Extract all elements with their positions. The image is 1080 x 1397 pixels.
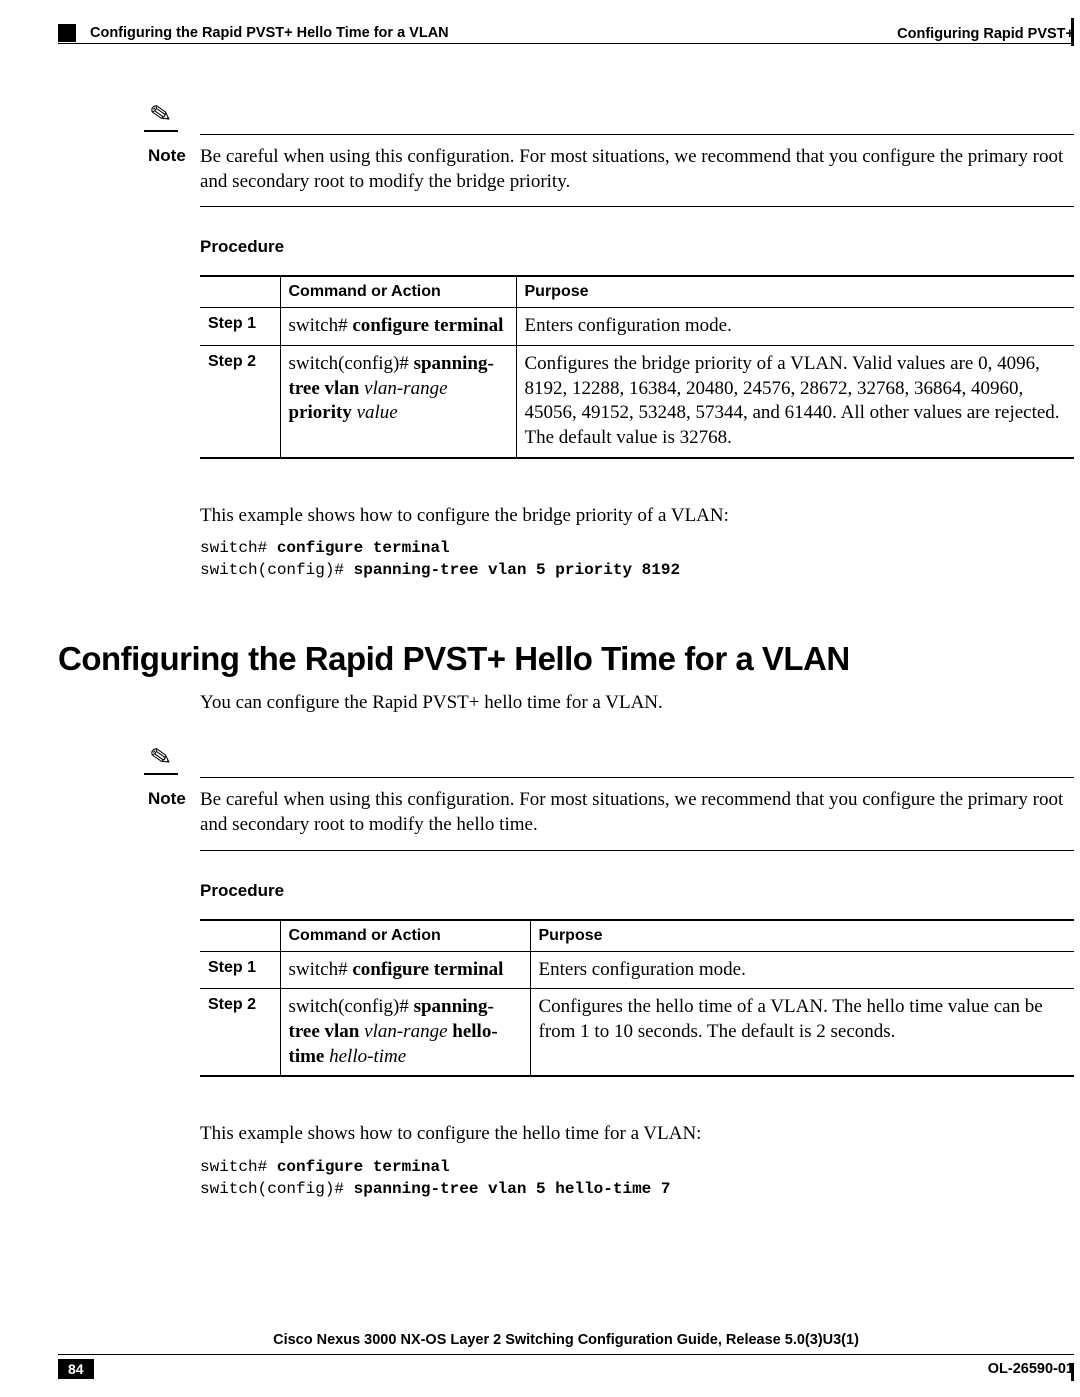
code-bold: spanning-tree vlan 5 priority 8192 (354, 561, 680, 579)
code-bold: spanning-tree vlan 5 hello-time 7 (354, 1180, 671, 1198)
command-cell: switch# configure terminal (280, 951, 530, 989)
example-intro: This example shows how to configure the … (200, 503, 1074, 529)
col-step (200, 276, 280, 308)
page-footer: Cisco Nexus 3000 NX-OS Layer 2 Switching… (58, 1332, 1074, 1379)
doc-number: OL-26590-01 (988, 1361, 1074, 1377)
example-intro: This example shows how to configure the … (200, 1121, 1074, 1147)
breadcrumb: Configuring the Rapid PVST+ Hello Time f… (90, 25, 449, 41)
cmd-prefix: switch(config)# (289, 353, 414, 374)
code-text: switch# (200, 1158, 277, 1176)
page-header: Configuring the Rapid PVST+ Hello Time f… (58, 24, 1074, 44)
cmd-italic: hello-time (329, 1046, 406, 1067)
note-icon: ✎ (144, 745, 178, 775)
cmd-italic: vlan-range (364, 378, 447, 399)
step-cell: Step 1 (200, 308, 280, 346)
note-text: Be careful when using this configuration… (200, 146, 1063, 192)
purpose-cell: Enters configuration mode. (530, 951, 1074, 989)
command-cell: switch(config)# spanning-tree vlan vlan-… (280, 346, 516, 458)
step-cell: Step 2 (200, 346, 280, 458)
table-header-row: Command or Action Purpose (200, 920, 1074, 952)
procedure-heading: Procedure (200, 881, 1074, 901)
step-cell: Step 2 (200, 989, 280, 1077)
col-step (200, 920, 280, 952)
command-cell: switch(config)# spanning-tree vlan vlan-… (280, 989, 530, 1077)
table-row: Step 1 switch# configure terminal Enters… (200, 951, 1074, 989)
cmd-italic: value (357, 402, 398, 423)
col-command: Command or Action (280, 920, 530, 952)
procedure-table-1: Command or Action Purpose Step 1 switch#… (200, 275, 1074, 458)
purpose-cell: Configures the bridge priority of a VLAN… (516, 346, 1074, 458)
code-text: switch# (200, 539, 277, 557)
chapter-title: Configuring Rapid PVST+ (897, 26, 1074, 42)
code-text: switch(config)# (200, 1180, 354, 1198)
cmd-prefix: switch(config)# (289, 996, 414, 1017)
cmd-italic: vlan-range (364, 1021, 447, 1042)
footer-doc-title: Cisco Nexus 3000 NX-OS Layer 2 Switching… (58, 1332, 1074, 1348)
cmd-bold: configure terminal (352, 315, 503, 336)
col-command: Command or Action (280, 276, 516, 308)
cmd-bold: configure terminal (352, 959, 503, 980)
header-accent-bar (1071, 18, 1074, 46)
cmd-prefix: switch# (289, 959, 353, 980)
table-row: Step 2 switch(config)# spanning-tree vla… (200, 346, 1074, 458)
section-title: Configuring the Rapid PVST+ Hello Time f… (58, 640, 1074, 678)
code-text: switch(config)# (200, 561, 354, 579)
purpose-cell: Enters configuration mode. (516, 308, 1074, 346)
header-square-icon (58, 24, 76, 42)
note-icon: ✎ (144, 102, 178, 132)
cmd-bold: priority (289, 402, 352, 423)
col-purpose: Purpose (530, 920, 1074, 952)
note-label: Note (148, 145, 200, 167)
table-row: Step 1 switch# configure terminal Enters… (200, 308, 1074, 346)
note-block: ✎ Note Be careful when using this config… (148, 134, 1074, 207)
purpose-cell: Configures the hello time of a VLAN. The… (530, 989, 1074, 1077)
procedure-heading: Procedure (200, 237, 1074, 257)
command-cell: switch# configure terminal (280, 308, 516, 346)
cmd-prefix: switch# (289, 315, 353, 336)
col-purpose: Purpose (516, 276, 1074, 308)
code-bold: configure terminal (277, 1158, 450, 1176)
page-number: 84 (58, 1359, 94, 1379)
step-cell: Step 1 (200, 951, 280, 989)
code-block: switch# configure terminal switch(config… (200, 538, 1074, 581)
code-bold: configure terminal (277, 539, 450, 557)
note-label: Note (148, 788, 200, 810)
procedure-table-2: Command or Action Purpose Step 1 switch#… (200, 919, 1074, 1078)
table-row: Step 2 switch(config)# spanning-tree vla… (200, 989, 1074, 1077)
footer-accent-bar (1071, 1363, 1074, 1381)
code-block: switch# configure terminal switch(config… (200, 1157, 1074, 1200)
note-text: Be careful when using this configuration… (200, 789, 1063, 835)
section-intro: You can configure the Rapid PVST+ hello … (200, 690, 1074, 716)
note-block: ✎ Note Be careful when using this config… (148, 777, 1074, 850)
table-header-row: Command or Action Purpose (200, 276, 1074, 308)
